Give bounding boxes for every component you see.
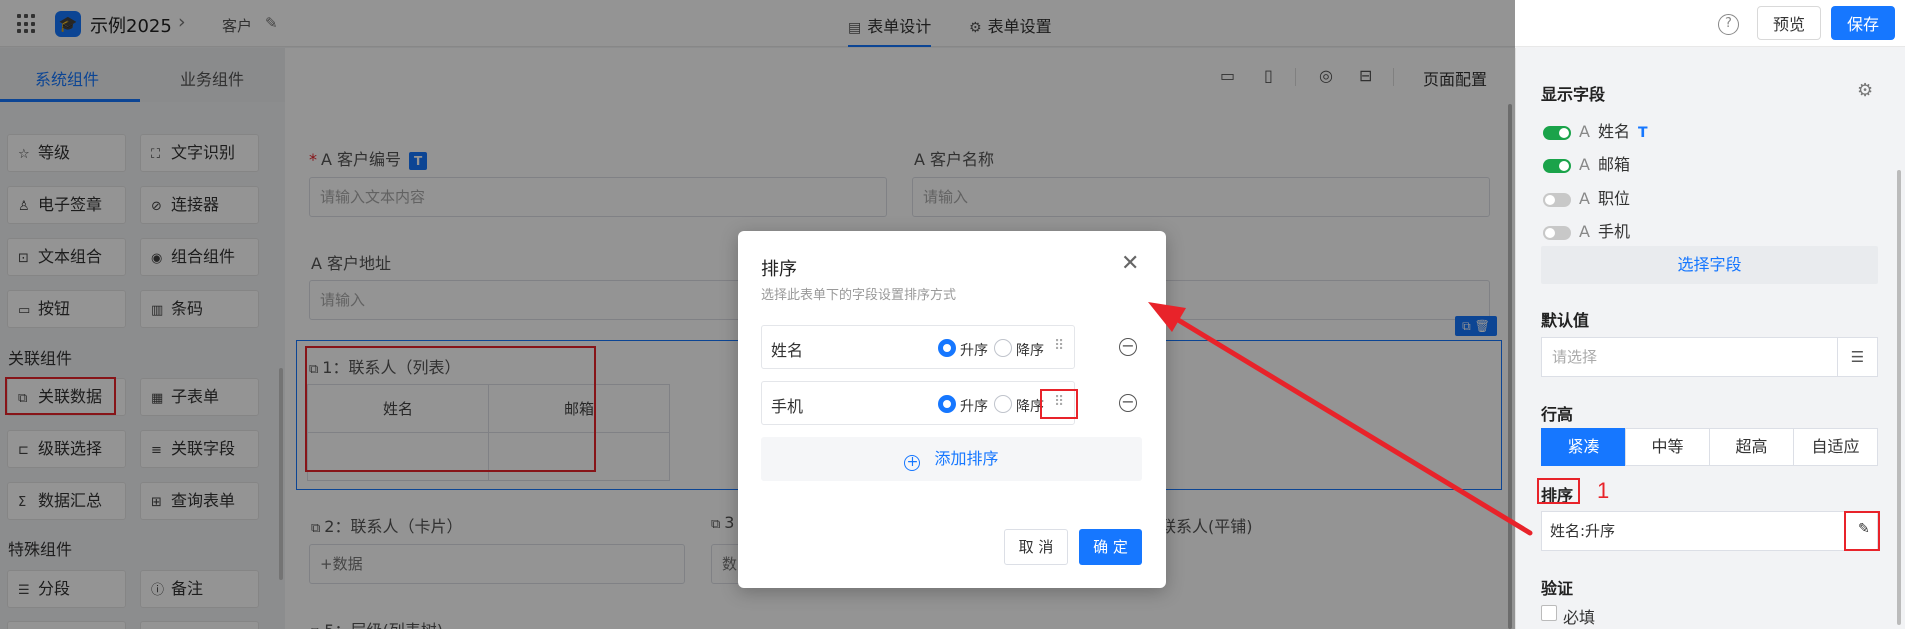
annotation-box-sort-title — [1537, 478, 1580, 504]
field-toggle[interactable] — [1543, 192, 1571, 207]
field-toggle[interactable] — [1543, 125, 1571, 140]
default-value-title: 默认值 — [1541, 311, 1590, 330]
cancel-button[interactable]: 取 消 — [1004, 529, 1068, 565]
remove-sort-icon[interactable]: − — [1119, 338, 1137, 356]
gear-icon[interactable]: ⚙ — [1857, 80, 1873, 101]
desc-radio[interactable] — [994, 339, 1012, 357]
plus-circle-icon: + — [904, 455, 921, 471]
row-height-auto[interactable]: 自适应 — [1793, 428, 1878, 466]
display-fields-title: 显示字段 — [1541, 85, 1606, 104]
display-field-row: A 姓名 T — [1543, 118, 1648, 142]
sort-field-name: 姓名 — [771, 341, 804, 360]
remove-sort-icon[interactable]: − — [1119, 394, 1137, 412]
asc-radio[interactable] — [938, 395, 956, 413]
validation-title: 验证 — [1541, 579, 1574, 598]
text-type-icon: A — [1579, 122, 1590, 141]
help-icon[interactable]: ? — [1718, 14, 1739, 35]
save-button[interactable]: 保存 — [1831, 6, 1895, 40]
confirm-button[interactable]: 确 定 — [1079, 529, 1142, 565]
display-field-row: A 职位 — [1543, 185, 1630, 209]
sort-value-field[interactable]: 姓名:升序 — [1541, 511, 1878, 551]
text-type-icon: A — [1579, 222, 1590, 241]
row-height-medium[interactable]: 中等 — [1625, 428, 1710, 466]
dialog-subtitle: 选择此表单下的字段设置排序方式 — [761, 288, 957, 303]
sort-rule-row: 姓名 升序 降序 ⠿ — [761, 325, 1075, 369]
text-type-badge: T — [1637, 125, 1648, 141]
asc-label: 升序 — [960, 343, 988, 359]
close-icon[interactable]: ✕ — [1121, 251, 1139, 276]
text-type-icon: A — [1579, 189, 1590, 208]
drag-handle-icon[interactable]: ⠿ — [1054, 338, 1064, 354]
asc-label: 升序 — [960, 399, 988, 415]
desc-radio[interactable] — [994, 395, 1012, 413]
display-field-row: A 手机 — [1543, 218, 1630, 242]
sort-dialog: 排序 选择此表单下的字段设置排序方式 ✕ 姓名 升序 降序 ⠿ − 手机 升序 … — [738, 231, 1166, 588]
field-toggle[interactable] — [1543, 158, 1571, 173]
choose-fields-button[interactable]: 选择字段 — [1541, 246, 1878, 284]
list-icon[interactable]: ☰ — [1837, 338, 1877, 376]
row-height-title: 行高 — [1541, 405, 1574, 424]
required-label: 必填 — [1563, 608, 1596, 627]
asc-radio[interactable] — [938, 339, 956, 357]
text-type-icon: A — [1579, 155, 1590, 174]
annotation-box-drag-handle — [1040, 389, 1078, 419]
add-sort-button[interactable]: + 添加排序 — [761, 437, 1142, 481]
row-height-compact[interactable]: 紧凑 — [1541, 428, 1626, 466]
sort-rule-row: 手机 升序 降序 ⠿ — [761, 381, 1075, 425]
display-field-row: A 邮箱 — [1543, 151, 1630, 175]
properties-scrollbar[interactable] — [1897, 170, 1901, 625]
default-value-select[interactable]: 请选择 ☰ — [1541, 337, 1878, 377]
annotation-number: 1 — [1597, 478, 1610, 503]
annotation-box-sort-edit — [1844, 511, 1880, 551]
sort-field-name: 手机 — [771, 397, 804, 416]
preview-button[interactable]: 预览 — [1757, 6, 1821, 40]
field-toggle[interactable] — [1543, 225, 1571, 240]
required-checkbox[interactable] — [1541, 605, 1557, 621]
row-height-tall[interactable]: 超高 — [1709, 428, 1794, 466]
dialog-title: 排序 — [761, 259, 797, 280]
desc-label: 降序 — [1016, 343, 1044, 359]
